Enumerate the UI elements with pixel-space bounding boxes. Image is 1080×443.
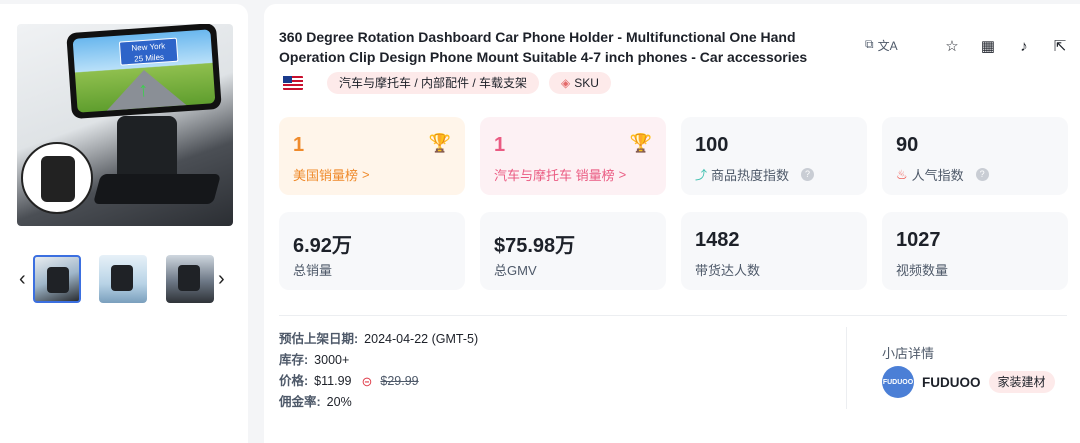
translate-icon[interactable]: 文A (878, 37, 898, 54)
creators-card: 1482 带货达人数 (681, 212, 867, 290)
category-path-tag[interactable]: 汽车与摩托车 / 内部配件 / 车载支架 (327, 72, 540, 94)
product-main-image[interactable]: New York 25 Miles ↑ (17, 24, 233, 226)
category-rank-card[interactable]: 1 汽车与摩托车 销量榜 > 🏆 (480, 117, 666, 195)
chevron-right-icon[interactable]: › (218, 269, 225, 289)
tag-icon: ◈ (561, 76, 571, 90)
videos-value: 1027 (896, 229, 941, 251)
original-price: $29.99 (380, 374, 419, 388)
shop-category-tag: 家装建材 (988, 371, 1055, 393)
product-detail-panel: 360 Degree Rotation Dashboard Car Phone … (264, 4, 1080, 443)
qrcode-icon[interactable]: ▦ (976, 34, 1000, 58)
copy-icon[interactable]: ⧉ (865, 37, 874, 54)
commission-value: 20% (326, 395, 352, 409)
creators-value: 1482 (695, 229, 740, 251)
product-inset-image (21, 142, 93, 214)
total-sales-card: 6.92万 总销量 (279, 212, 465, 290)
gmv-value: $75.98万 (494, 235, 576, 257)
shop-name[interactable]: FUDUOO (922, 375, 981, 390)
us-rank-label: 美国销量榜 (293, 168, 359, 183)
chevron-left-icon[interactable]: ‹ (19, 269, 26, 289)
us-flag-icon (283, 76, 303, 90)
popularity-value: 90 (896, 134, 919, 156)
tiktok-icon[interactable]: ♪ (1012, 34, 1036, 58)
stock-row: 库存: 3000+ (279, 350, 478, 371)
category-rank-label: 汽车与摩托车 销量榜 (494, 168, 615, 183)
trophy-icon: 🏆 (629, 133, 652, 153)
videos-label: 视频数量 (896, 263, 949, 278)
title-tools: ⧉ 文A (865, 37, 898, 54)
stock-value: 3000+ (314, 353, 350, 367)
us-rank-value: 1 (293, 134, 305, 156)
road-sign: New York 25 Miles (118, 37, 179, 66)
shop-logo[interactable]: FUDUOO (882, 366, 914, 398)
product-details: 预估上架日期: 2024-04-22 (GMT-5) 库存: 3000+ 价格:… (279, 329, 478, 413)
total-sales-value: 6.92万 (293, 235, 352, 257)
total-sales-label: 总销量 (293, 263, 333, 278)
product-thumb-1[interactable] (33, 255, 81, 303)
gmv-label: 总GMV (494, 263, 537, 278)
popularity-card: 90 ♨ 人气指数? (882, 117, 1068, 195)
product-thumb-3[interactable] (166, 255, 214, 303)
help-icon[interactable]: ? (801, 168, 815, 181)
price-value: $11.99 (314, 374, 352, 388)
section-divider (279, 315, 1067, 316)
listing-date-row: 预估上架日期: 2024-04-22 (GMT-5) (279, 329, 478, 350)
heat-index-value: 100 (695, 134, 729, 156)
creators-label: 带货达人数 (695, 263, 761, 278)
sku-tag[interactable]: ◈ SKU (549, 72, 611, 94)
help-icon[interactable]: ? (975, 168, 989, 181)
videos-card: 1027 视频数量 (882, 212, 1068, 290)
star-icon[interactable]: ☆ (940, 34, 964, 58)
price-row: 价格: $11.99 ⊝ $29.99 (279, 371, 478, 392)
thumbnail-strip: ‹ › (17, 255, 233, 305)
trophy-icon: 🏆 (428, 133, 451, 153)
shop-info[interactable]: FUDUOO FUDUOO 家装建材 (882, 366, 1055, 398)
trend-icon: ⤴ (695, 168, 708, 182)
product-title: 360 Degree Rotation Dashboard Car Phone … (279, 29, 808, 65)
listing-date-value: 2024-04-22 (GMT-5) (364, 332, 479, 346)
gmv-card: $75.98万 总GMV (480, 212, 666, 290)
commission-row: 佣金率: 20% (279, 392, 478, 413)
product-tags: 汽车与摩托车 / 内部配件 / 车载支架 ◈ SKU (283, 72, 611, 94)
price-compare-icon[interactable]: ⊝ (361, 371, 372, 392)
popularity-label: 人气指数 (911, 168, 964, 183)
us-rank-card[interactable]: 1 美国销量榜 > 🏆 (279, 117, 465, 195)
product-gallery: New York 25 Miles ↑ ‹ › (0, 4, 248, 443)
category-rank-value: 1 (494, 134, 506, 156)
action-icons: ☆ ▦ ♪ ⇱ (940, 34, 1072, 58)
heat-index-label: 商品热度指数 (711, 168, 790, 183)
shop-section-title: 小店详情 (882, 346, 935, 361)
product-thumb-2[interactable] (99, 255, 147, 303)
phone-illustration: New York 25 Miles ↑ (66, 24, 222, 120)
fire-icon: ♨ (896, 166, 908, 182)
heat-index-card: 100 ⤴ 商品热度指数? (681, 117, 867, 195)
vertical-divider (846, 327, 847, 409)
external-link-icon[interactable]: ⇱ (1048, 34, 1072, 58)
